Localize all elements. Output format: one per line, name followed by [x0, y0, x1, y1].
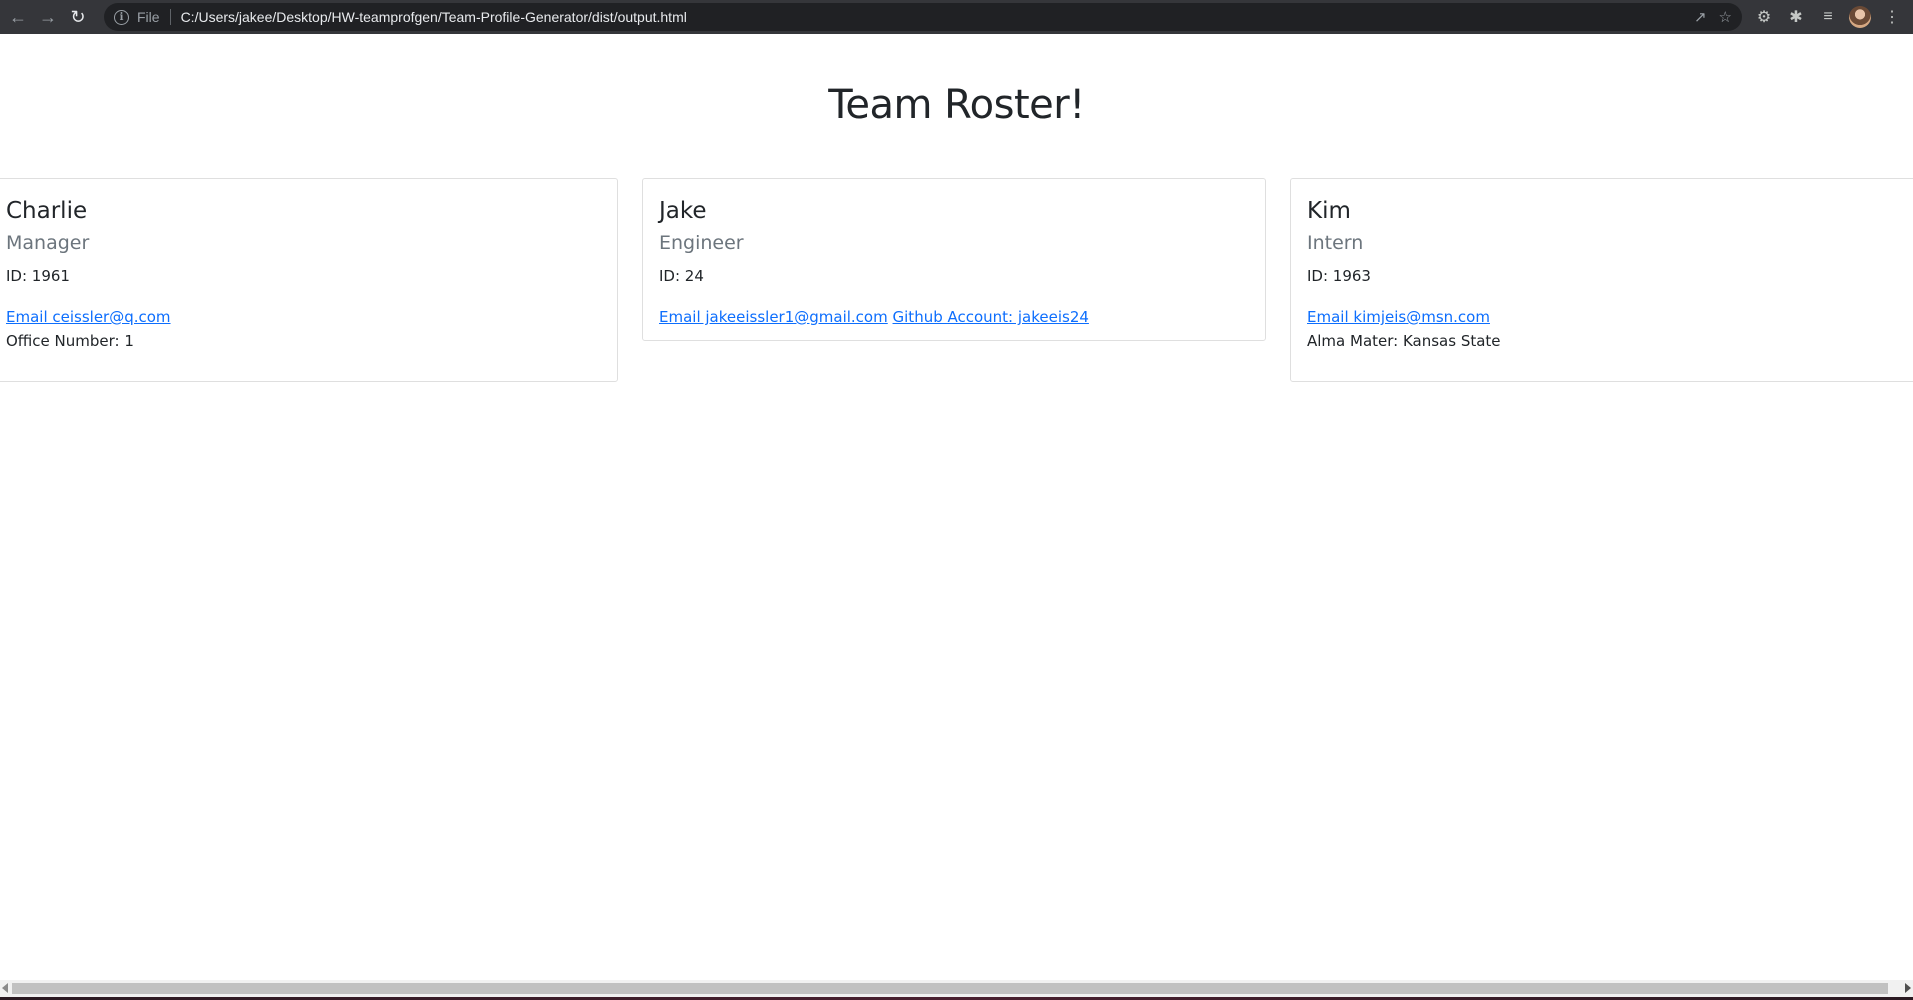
office-number: Office Number: 1 — [6, 332, 134, 350]
forward-icon[interactable]: → — [36, 5, 60, 29]
employee-card-manager: Charlie Manager ID: 1961 Email ceissler@… — [0, 178, 618, 382]
employee-role: Engineer — [659, 232, 744, 254]
employee-id: ID: 1961 — [6, 267, 70, 285]
omnibox-actions: ↗ ☆ — [1694, 3, 1732, 31]
employee-card-intern: Kim Intern ID: 1963 Email kimjeis@msn.co… — [1290, 178, 1913, 382]
page-title: Team Roster! — [828, 82, 1085, 128]
alma-mater: Alma Mater: Kansas State — [1307, 332, 1501, 350]
employee-links: Email jakeeissler1@gmail.com Github Acco… — [659, 306, 1249, 328]
email-link[interactable]: Email kimjeis@msn.com — [1307, 308, 1490, 326]
employee-role: Intern — [1307, 232, 1364, 254]
reload-icon[interactable]: ↻ — [66, 5, 90, 29]
browser-toolbar: ← → ↻ i File C:/Users/jakee/Desktop/HW-t… — [0, 0, 1913, 34]
share-icon[interactable]: ↗ — [1694, 8, 1707, 26]
bookmark-star-icon[interactable]: ☆ — [1719, 8, 1732, 26]
employee-name: Jake — [659, 198, 707, 224]
scroll-right-arrow-icon[interactable] — [1905, 983, 1911, 993]
address-bar[interactable]: i File C:/Users/jakee/Desktop/HW-teampro… — [104, 3, 1742, 31]
page-viewport: Team Roster! Charlie Manager ID: 1961 Em… — [0, 34, 1913, 980]
horizontal-scrollbar[interactable] — [0, 980, 1913, 997]
extensions-bar: ⚙ ✱ ≡ ⋮ — [1753, 0, 1913, 34]
back-icon[interactable]: ← — [6, 5, 30, 29]
profile-avatar[interactable] — [1849, 6, 1871, 28]
employee-role: Manager — [6, 232, 90, 254]
email-link[interactable]: Email ceissler@q.com — [6, 308, 171, 326]
scroll-left-arrow-icon[interactable] — [2, 983, 8, 993]
omnibox-divider — [169, 9, 171, 25]
employee-links: Email ceissler@q.com — [6, 306, 601, 328]
employee-links: Email kimjeis@msn.com — [1307, 306, 1913, 328]
scheme-label: File — [137, 9, 160, 25]
employee-name: Kim — [1307, 198, 1351, 224]
scrollbar-thumb[interactable] — [12, 983, 1888, 994]
reading-list-icon[interactable]: ≡ — [1817, 8, 1839, 26]
employee-card-engineer: Jake Engineer ID: 24 Email jakeeissler1@… — [642, 178, 1266, 341]
url-text[interactable]: C:/Users/jakee/Desktop/HW-teamprofgen/Te… — [181, 9, 687, 25]
employee-id: ID: 1963 — [1307, 267, 1371, 285]
extensions-puzzle-icon[interactable]: ✱ — [1785, 7, 1807, 27]
github-link[interactable]: Github Account: jakeeis24 — [893, 308, 1089, 326]
menu-kebab-icon[interactable]: ⋮ — [1881, 7, 1903, 27]
email-link[interactable]: Email jakeeissler1@gmail.com — [659, 308, 888, 326]
settings-gear-icon[interactable]: ⚙ — [1753, 7, 1775, 27]
info-icon[interactable]: i — [114, 9, 129, 25]
employee-id: ID: 24 — [659, 267, 704, 285]
employee-name: Charlie — [6, 198, 88, 224]
